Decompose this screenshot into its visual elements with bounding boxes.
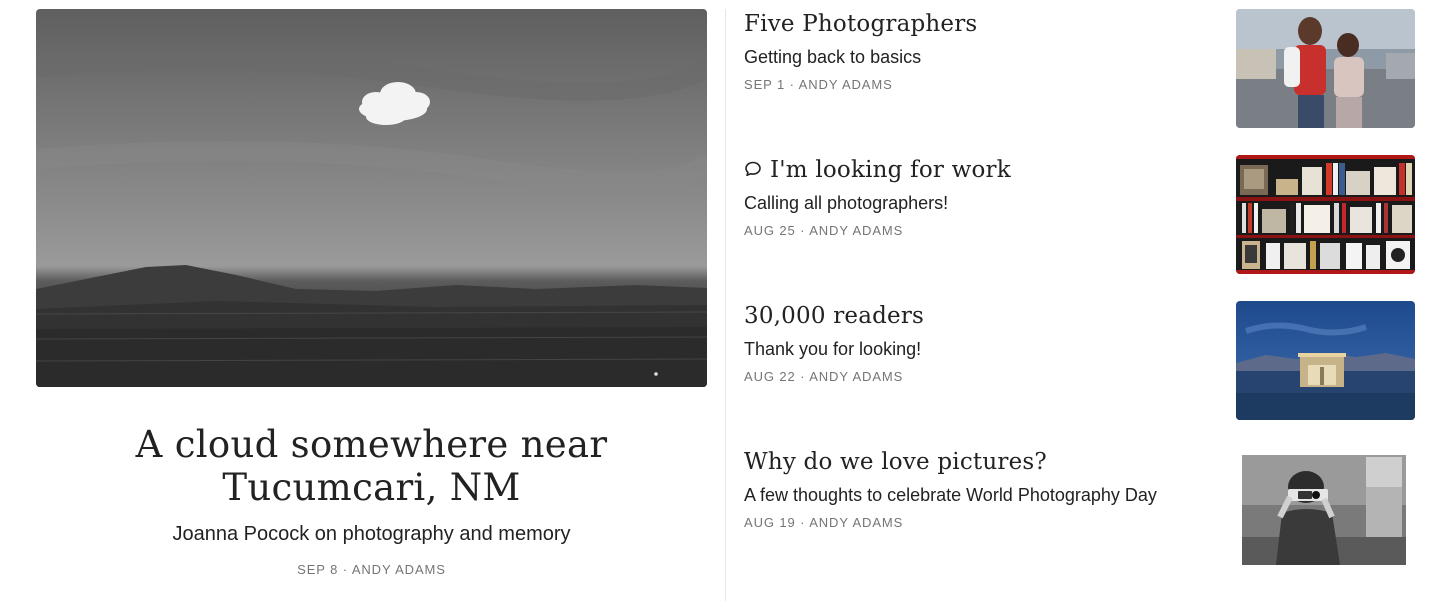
- desert-building-dusk-photo: [1236, 301, 1415, 420]
- column-divider: [725, 9, 726, 601]
- post-date: SEP 8: [297, 562, 339, 577]
- featured-image[interactable]: [36, 9, 707, 387]
- featured-post: A cloud somewhere near Tucumcari, NM Joa…: [36, 9, 707, 577]
- author-link[interactable]: ANDY ADAMS: [809, 223, 903, 238]
- list-item: Why do we love pictures? A few thoughts …: [744, 447, 1415, 567]
- meta-separator: ·: [342, 562, 349, 577]
- meta-separator: ·: [800, 515, 806, 530]
- post-thumbnail[interactable]: [1236, 155, 1415, 274]
- post-date: AUG 25: [744, 223, 796, 238]
- post-date: AUG 19: [744, 515, 796, 530]
- post-thumbnail[interactable]: [1236, 447, 1415, 566]
- post-thumbnail[interactable]: [1236, 301, 1415, 420]
- author-link[interactable]: ANDY ADAMS: [809, 515, 903, 530]
- two-children-portrait-photo: [1236, 9, 1415, 128]
- woman-with-camera-bw-photo: [1236, 447, 1415, 566]
- list-item: I'm looking for work Calling all photogr…: [744, 155, 1415, 275]
- author-link[interactable]: ANDY ADAMS: [352, 562, 446, 577]
- post-date: AUG 22: [744, 369, 796, 384]
- list-item: Five Photographers Getting back to basic…: [744, 9, 1415, 129]
- post-thumbnail[interactable]: [1236, 9, 1415, 128]
- featured-meta: SEP 8 · ANDY ADAMS: [36, 562, 707, 577]
- meta-separator: ·: [789, 77, 795, 92]
- post-title-text: I'm looking for work: [770, 157, 1011, 183]
- meta-separator: ·: [800, 369, 806, 384]
- comment-icon: [745, 161, 761, 177]
- author-link[interactable]: ANDY ADAMS: [809, 369, 903, 384]
- featured-subtitle: Joanna Pocock on photography and memory: [172, 523, 571, 545]
- featured-title[interactable]: A cloud somewhere near Tucumcari, NM: [112, 423, 632, 509]
- author-link[interactable]: ANDY ADAMS: [799, 77, 893, 92]
- list-item: 30,000 readers Thank you for looking! AU…: [744, 301, 1415, 421]
- cloud-landscape-illustration: [36, 52, 707, 387]
- meta-separator: ·: [800, 223, 806, 238]
- bookshelf-photo: [1236, 155, 1415, 274]
- featured-text: A cloud somewhere near Tucumcari, NM Joa…: [36, 423, 707, 577]
- post-date: SEP 1: [744, 77, 786, 92]
